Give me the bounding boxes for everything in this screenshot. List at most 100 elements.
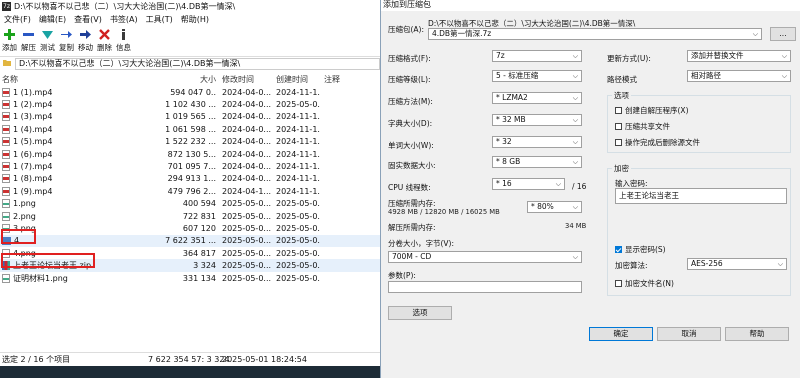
checkbox-box xyxy=(615,139,622,146)
checkbox-box xyxy=(615,280,622,287)
address-bar: D:\不以物喜不以己悲（二）\习大大论治国(二)\4.DB第一情深\ xyxy=(0,56,380,70)
file-row[interactable]: 1 (6).mp4 872 130 5... 2024-04-0... 2024-11… xyxy=(0,148,380,160)
add-button[interactable]: 添加 xyxy=(0,27,19,55)
info-button[interactable]: 信息 xyxy=(114,27,133,55)
file-size: 1 019 565 ... xyxy=(165,112,216,122)
path-input[interactable]: D:\不以物喜不以己悲（二）\习大大论治国(二)\4.DB第一情深\ xyxy=(15,57,380,70)
threads-select[interactable]: * 16 ⌵ xyxy=(492,178,565,190)
options-button[interactable]: 选项 xyxy=(388,306,452,320)
file-modified: 2024-04-0... xyxy=(222,137,272,147)
column-size[interactable]: 大小 xyxy=(150,74,216,85)
menu-help[interactable]: 帮助(H) xyxy=(177,14,213,25)
chevron-down-icon: ⌵ xyxy=(781,52,787,60)
menu-tools[interactable]: 工具(T) xyxy=(142,14,177,25)
file-row[interactable]: 1.png 400 594 2025-05-0... 2025-05-0... xyxy=(0,198,380,210)
params-input[interactable] xyxy=(388,281,582,293)
chevron-down-icon: ⌵ xyxy=(572,203,578,211)
toolbar: 添加 解压 测试 复制 移动 删除 信息 xyxy=(0,27,380,55)
archive-label: 压缩包(A): xyxy=(388,25,425,34)
extract-icon xyxy=(23,27,34,42)
chevron-down-icon: ⌵ xyxy=(572,52,578,60)
file-name-cell: 1 (1).mp4 xyxy=(2,87,52,97)
file-name: 1 (4).mp4 xyxy=(13,124,53,134)
encrypt-names-checkbox[interactable]: 加密文件名(N) xyxy=(615,278,674,289)
file-row[interactable]: 1 (1).mp4 594 047 0.. 2024-04-0... 2024-11-… xyxy=(0,86,380,98)
sfx-checkbox[interactable]: 创建自解压程序(X) xyxy=(615,105,689,116)
column-modified[interactable]: 修改时间 xyxy=(222,74,254,85)
move-button[interactable]: 移动 xyxy=(76,27,95,55)
file-row[interactable]: 1 (9).mp4 479 796 2... 2024-04-1... 2024-11… xyxy=(0,185,380,197)
mp4-file-icon xyxy=(2,124,10,134)
file-size: 479 796 2... xyxy=(167,186,216,196)
update-select[interactable]: 添加并替换文件 ⌵ xyxy=(687,50,791,62)
column-name[interactable]: 名称 xyxy=(2,74,18,85)
png-file-icon xyxy=(2,211,10,221)
cancel-button[interactable]: 取消 xyxy=(657,327,721,341)
file-row[interactable]: 47 622 351 ...2025-05-0...2025-05-0... xyxy=(0,234,380,248)
ok-button[interactable]: 确定 xyxy=(589,327,653,341)
add-label: 添加 xyxy=(2,43,17,52)
path-mode-select[interactable]: 相对路径 ⌵ xyxy=(687,70,791,82)
chevron-down-icon: ⌵ xyxy=(572,72,578,80)
format-select[interactable]: 7z ⌵ xyxy=(492,50,582,62)
solid-value: * 8 GB xyxy=(496,157,521,166)
file-modified: 2024-04-0... xyxy=(222,174,272,184)
word-select[interactable]: * 32 ⌵ xyxy=(492,136,582,148)
delete-button[interactable]: 删除 xyxy=(95,27,114,55)
copy-icon xyxy=(61,27,72,42)
enc-method-select[interactable]: AES-256 ⌵ xyxy=(687,258,787,270)
file-modified: 2025-05-0... xyxy=(222,211,272,221)
list-header: 名称 大小 修改时间 创建时间 注释 xyxy=(0,72,380,86)
mem-pct-select[interactable]: * 80% ⌵ xyxy=(527,201,582,213)
png-file-icon xyxy=(2,273,10,283)
level-select[interactable]: 5 - 标准压缩 ⌵ xyxy=(492,70,582,82)
dict-select[interactable]: * 32 MB ⌵ xyxy=(492,114,582,126)
shared-checkbox[interactable]: 压缩共享文件 xyxy=(615,121,670,132)
file-row[interactable]: 1 (7).mp4 701 095 7... 2024-04-0... 2024-11… xyxy=(0,160,380,172)
copy-button[interactable]: 复制 xyxy=(57,27,76,55)
menu-edit[interactable]: 编辑(E) xyxy=(35,14,70,25)
file-row[interactable]: 证明材料1.png 331 134 2025-05-0... 2025-05-0... xyxy=(0,272,380,284)
split-select[interactable]: 700M - CD ⌵ xyxy=(388,251,582,263)
menu-bookmarks[interactable]: 书签(A) xyxy=(106,14,142,25)
file-size: 722 831 xyxy=(182,211,216,221)
password-input[interactable]: 上老王论坛当老王 xyxy=(615,188,787,204)
delete-source-checkbox[interactable]: 操作完成后删除源文件 xyxy=(615,137,700,148)
mp4-file-icon xyxy=(2,186,10,196)
file-name: 1 (9).mp4 xyxy=(13,186,53,196)
file-row[interactable]: 1 (5).mp4 1 522 232 ... 2024-04-0... 2024-1… xyxy=(0,136,380,148)
add-to-archive-dialog: 添加到压缩包 压缩包(A): D:\不以物喜不以己悲（二）\习大大论治国(二)\… xyxy=(380,0,800,378)
show-password-checkbox[interactable]: 显示密码(S) xyxy=(615,244,666,255)
browse-button[interactable]: ... xyxy=(770,27,796,41)
column-comment[interactable]: 注释 xyxy=(324,74,340,85)
file-modified: 2025-05-0... xyxy=(222,199,272,209)
path-mode-label: 路径模式 xyxy=(607,75,637,84)
file-row[interactable]: 1 (4).mp4 1 061 598 ... 2024-04-0... 2024-1… xyxy=(0,123,380,135)
menu-file[interactable]: 文件(F) xyxy=(0,14,35,25)
file-row[interactable]: 1 (2).mp4 1 102 430 ... 2024-04-0... 2025-0… xyxy=(0,98,380,110)
column-created[interactable]: 创建时间 xyxy=(276,74,308,85)
extract-button[interactable]: 解压 xyxy=(19,27,38,55)
file-row[interactable]: 1 (8).mp4 294 913 1... 2024-04-0... 2024-11… xyxy=(0,173,380,185)
archive-name-select[interactable]: 4.DB第一情深.7z ⌵ xyxy=(428,28,762,40)
file-row[interactable]: 3.png607 1202025-05-0...2025-05-0... xyxy=(0,222,380,234)
status-date: 2025-05-01 18:24:54 xyxy=(222,354,307,364)
test-button[interactable]: 测试 xyxy=(38,27,57,55)
enc-method-label: 加密算法: xyxy=(615,261,648,270)
file-created: 2024-11-1... xyxy=(276,124,320,134)
file-row[interactable]: 2.png 722 831 2025-05-0... 2025-05-0... xyxy=(0,210,380,222)
method-select[interactable]: * LZMA2 ⌵ xyxy=(492,92,582,104)
7zip-logo-icon: 7z xyxy=(2,1,11,11)
help-button[interactable]: 帮助 xyxy=(725,327,789,341)
solid-select[interactable]: * 8 GB ⌵ xyxy=(492,156,582,168)
file-created: 2025-05-0... xyxy=(276,199,320,209)
file-name: 1.png xyxy=(13,199,36,209)
up-folder-icon[interactable] xyxy=(2,58,12,69)
test-label: 测试 xyxy=(40,43,55,52)
chevron-down-icon: ⌵ xyxy=(572,158,578,166)
file-size: 872 130 5... xyxy=(167,149,216,159)
file-row[interactable]: 1 (3).mp4 1 019 565 ... 2024-04-0... 2024-1… xyxy=(0,111,380,123)
file-modified: 2024-04-0... xyxy=(222,100,272,110)
file-list: 1 (1).mp4 594 047 0.. 2024-04-0... 2024-11-… xyxy=(0,86,380,352)
menu-view[interactable]: 查看(V) xyxy=(70,14,106,25)
